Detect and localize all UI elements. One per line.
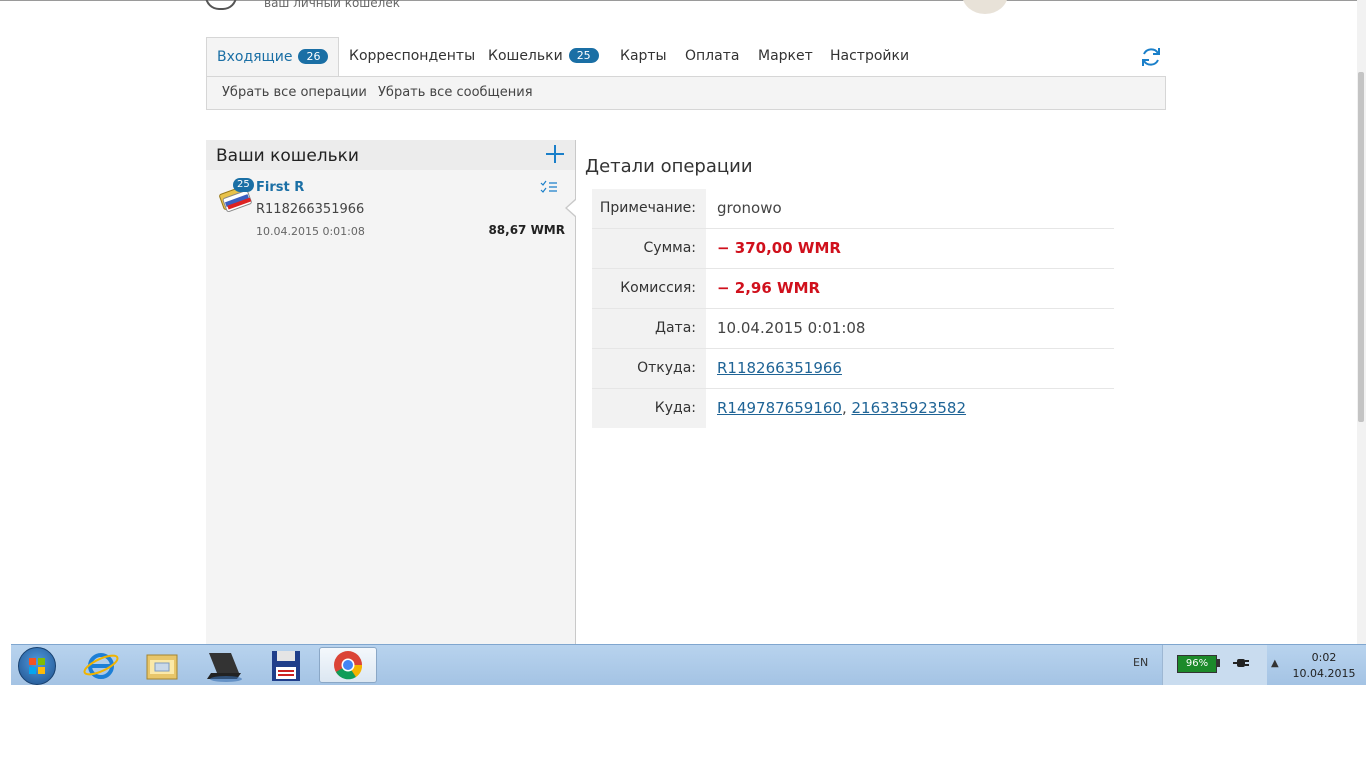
detail-value: R149787659160, 216335923582	[717, 389, 966, 427]
separator: ,	[841, 399, 852, 417]
operation-details-table: Примечание: gronowo Сумма: − 370,00 WMR …	[592, 189, 1114, 428]
detail-value: R118266351966	[717, 349, 842, 387]
action-bar: Убрать все операции Убрать все сообщения	[206, 76, 1166, 110]
tab-market[interactable]: Маркет	[758, 37, 813, 76]
webmoney-logo-icon	[205, 0, 237, 10]
tab-label: Корреспонденты	[349, 48, 476, 64]
wallet-list-item[interactable]: 25 First R R118266351966 10.04.2015 0:01…	[206, 170, 575, 244]
detail-label: Дата:	[592, 309, 706, 348]
wallets-panel-header: Ваши кошельки	[206, 140, 575, 170]
file-explorer-icon[interactable]	[137, 647, 187, 683]
wallets-panel: Ваши кошельки 25 First R R118266351966 1…	[206, 140, 575, 644]
tab-wallets[interactable]: Кошельки 25	[488, 37, 599, 76]
windows-start-icon[interactable]	[18, 647, 56, 685]
clock-date: 10.04.2015	[1292, 667, 1356, 680]
tab-label: Оплата	[685, 48, 740, 64]
detail-row-fee: Комиссия: − 2,96 WMR	[592, 269, 1114, 309]
detail-value: 10.04.2015 0:01:08	[717, 319, 866, 337]
tab-settings[interactable]: Настройки	[830, 37, 909, 76]
battery-percent: 96%	[1185, 658, 1209, 669]
wallets-panel-title: Ваши кошельки	[216, 146, 359, 166]
tab-label: Кошельки	[488, 48, 563, 64]
windows-logo-icon	[29, 658, 45, 674]
add-wallet-icon[interactable]	[544, 143, 566, 165]
detail-row-date: Дата: 10.04.2015 0:01:08	[592, 309, 1114, 349]
floppy-save-app-icon[interactable]	[261, 647, 311, 683]
page-scrollbar[interactable]	[1357, 0, 1366, 644]
detail-label: Куда:	[592, 389, 706, 428]
tab-label: Настройки	[830, 48, 910, 64]
chrome-icon[interactable]	[319, 647, 377, 683]
wallet-id: R118266351966	[256, 202, 365, 217]
detail-row-to: Куда: R149787659160, 216335923582	[592, 389, 1114, 428]
system-clock[interactable]: 0:02 10.04.2015	[1291, 650, 1357, 682]
from-wallet-link[interactable]: R118266351966	[717, 359, 842, 377]
laptop-app-icon[interactable]	[199, 647, 249, 683]
wallet-date: 10.04.2015 0:01:08	[256, 225, 365, 238]
tab-payment[interactable]: Оплата	[685, 37, 739, 76]
power-plug-icon	[1233, 659, 1249, 667]
to-wmid-link[interactable]: 216335923582	[852, 399, 967, 417]
tab-incoming[interactable]: Входящие 26	[206, 37, 340, 76]
wallet-badge: 25	[233, 178, 254, 192]
checklist-icon[interactable]	[540, 180, 558, 196]
detail-label: Откуда:	[592, 349, 706, 388]
battery-icon: 96%	[1177, 655, 1217, 673]
tab-badge: 25	[568, 48, 599, 63]
clock-time: 0:02	[1311, 651, 1337, 664]
detail-value: − 2,96 WMR	[717, 279, 821, 297]
tab-cards[interactable]: Карты	[620, 37, 667, 76]
avatar[interactable]	[962, 0, 1008, 14]
language-indicator[interactable]: EN	[1133, 656, 1148, 669]
remove-messages-link[interactable]: Убрать все сообщения	[378, 77, 533, 109]
battery-indicator[interactable]: 96%	[1162, 645, 1267, 685]
battery-tip	[1217, 659, 1220, 667]
detail-row-amount: Сумма: − 370,00 WMR	[592, 229, 1114, 269]
main-tabs: Входящие 26 Корреспонденты Кошельки 25 Кар…	[206, 37, 1166, 76]
detail-label: Примечание:	[592, 189, 706, 228]
to-wallet-link[interactable]: R149787659160	[717, 399, 842, 417]
header-subtitle: ваш личный кошелек	[264, 0, 400, 10]
detail-value: − 370,00 WMR	[717, 239, 841, 257]
scrollbar-thumb[interactable]	[1358, 72, 1364, 422]
show-hidden-icons-icon[interactable]: ▲	[1271, 658, 1279, 669]
detail-label: Комиссия:	[592, 269, 706, 308]
tab-label: Карты	[620, 48, 667, 64]
tab-badge: 26	[298, 49, 329, 64]
remove-operations-link[interactable]: Убрать все операции	[222, 77, 367, 109]
selection-pointer-inner	[567, 200, 576, 216]
wallet-balance: 88,67 WMR	[488, 223, 565, 237]
internet-explorer-icon[interactable]	[76, 647, 126, 683]
windows-taskbar: EN 96% ▲ 0:02 10.04.2015	[11, 644, 1366, 685]
refresh-icon[interactable]	[1139, 45, 1163, 69]
detail-value: gronowo	[717, 199, 782, 217]
wallet-name[interactable]: First R	[256, 180, 304, 195]
detail-label: Сумма:	[592, 229, 706, 268]
tab-correspondents[interactable]: Корреспонденты	[349, 37, 475, 76]
detail-row-from: Откуда: R118266351966	[592, 349, 1114, 389]
tab-label: Маркет	[758, 48, 813, 64]
tab-label: Входящие	[217, 49, 293, 65]
details-title: Детали операции	[585, 156, 753, 177]
detail-row-note: Примечание: gronowo	[592, 189, 1114, 229]
